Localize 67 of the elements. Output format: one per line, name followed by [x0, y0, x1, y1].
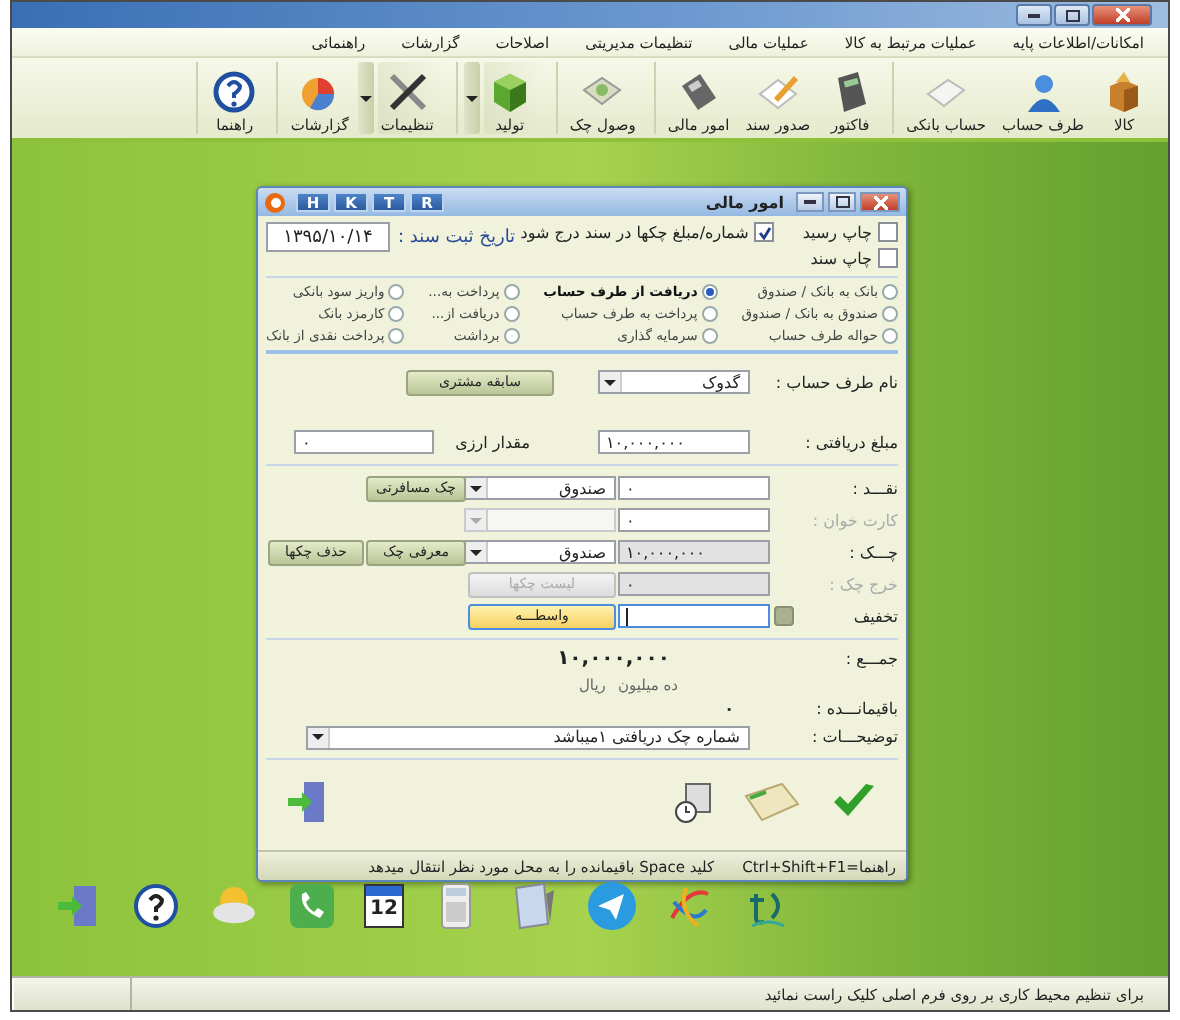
amount-field[interactable]: ۱۰,۰۰۰,۰۰۰ — [598, 430, 750, 454]
minimize-button[interactable] — [796, 192, 824, 212]
help-icon — [212, 70, 257, 114]
close-button[interactable] — [1092, 4, 1152, 26]
amount-field[interactable] — [618, 604, 770, 628]
notepad-icon[interactable] — [510, 882, 558, 930]
notes-dropdown[interactable]: شماره چک دریافتی ۱میباشد — [306, 725, 750, 749]
amount-field[interactable]: ۰ — [618, 476, 770, 500]
close-button[interactable] — [860, 192, 900, 212]
total-value: ۱۰,۰۰۰,۰۰۰ — [557, 648, 670, 670]
calendar-icon[interactable]: 12 — [364, 884, 404, 928]
field-label: جمـــع : — [843, 650, 898, 668]
field-label: توضیحـــات : — [810, 728, 898, 746]
checkbox[interactable] — [878, 222, 898, 242]
radio-button[interactable] — [503, 306, 520, 322]
phone-icon[interactable] — [288, 882, 336, 930]
app-icon — [264, 191, 286, 213]
radio-button[interactable] — [701, 284, 718, 300]
pencil-paper-icon — [755, 70, 800, 114]
clock-document-icon — [670, 780, 714, 824]
radio-button[interactable] — [701, 328, 718, 344]
radio-button[interactable] — [882, 328, 898, 344]
payment-button[interactable] — [742, 780, 802, 824]
radio-button[interactable] — [503, 284, 520, 300]
account-dropdown[interactable]: گدوک — [598, 370, 750, 394]
checkbox[interactable] — [754, 222, 775, 242]
money-icon — [742, 780, 802, 824]
account-dropdown[interactable]: صندوق — [464, 540, 616, 564]
date-field[interactable]: ۱۳۹۵/۱۰/۱۴ — [266, 222, 390, 252]
restore-button[interactable] — [828, 192, 856, 212]
field-label: کارت خوان : — [810, 511, 898, 529]
field-label: باقیمانـــده : — [814, 700, 898, 718]
radio-button[interactable] — [882, 284, 898, 300]
paper-plane-icon[interactable] — [586, 880, 638, 932]
radio-button[interactable] — [882, 306, 898, 322]
field-label: تخفیف — [851, 607, 898, 625]
radio-button[interactable] — [701, 306, 718, 322]
currency-field[interactable]: ۰ — [294, 430, 434, 454]
radio-button[interactable] — [388, 306, 405, 322]
checkbox[interactable] — [878, 248, 898, 268]
door-exit-icon[interactable] — [54, 882, 102, 930]
field-label: نقـــد : — [850, 479, 898, 497]
field-label: تاریخ ثبت سند : — [398, 227, 516, 247]
field-label: نام طرف حساب : — [773, 373, 898, 391]
swirl-icon[interactable] — [666, 882, 714, 930]
remaining-value: ۰ — [724, 700, 734, 718]
schedule-button[interactable] — [670, 780, 714, 824]
field-label: چـــک : — [847, 543, 898, 561]
checkbox-label: شماره/مبلغ چکها در سند درج شود — [520, 223, 749, 241]
radio-button[interactable] — [503, 328, 520, 344]
help-icon[interactable] — [132, 882, 180, 930]
field-label: مبلغ دریافتی : — [803, 433, 898, 451]
dropdown-button[interactable] — [463, 62, 480, 134]
minimize-button[interactable] — [1016, 4, 1052, 26]
field-label: خرج چک : — [827, 575, 898, 593]
checkbox-label: چاپ رسید — [802, 223, 872, 241]
checkbox-label: چاپ سند — [810, 249, 872, 267]
radio-button[interactable] — [388, 284, 405, 300]
exit-button[interactable] — [286, 780, 330, 824]
field-label: مقدار ارزی — [453, 433, 530, 451]
maximize-button[interactable] — [1054, 4, 1090, 26]
dialog-title: امور مالی — [705, 193, 784, 211]
dropdown-button[interactable] — [358, 62, 375, 134]
amount-field[interactable]: ۱۰,۰۰۰,۰۰۰ — [618, 540, 770, 564]
radio-button[interactable] — [388, 328, 405, 344]
account-dropdown[interactable]: صندوق — [464, 476, 616, 500]
door-exit-icon — [286, 780, 330, 824]
